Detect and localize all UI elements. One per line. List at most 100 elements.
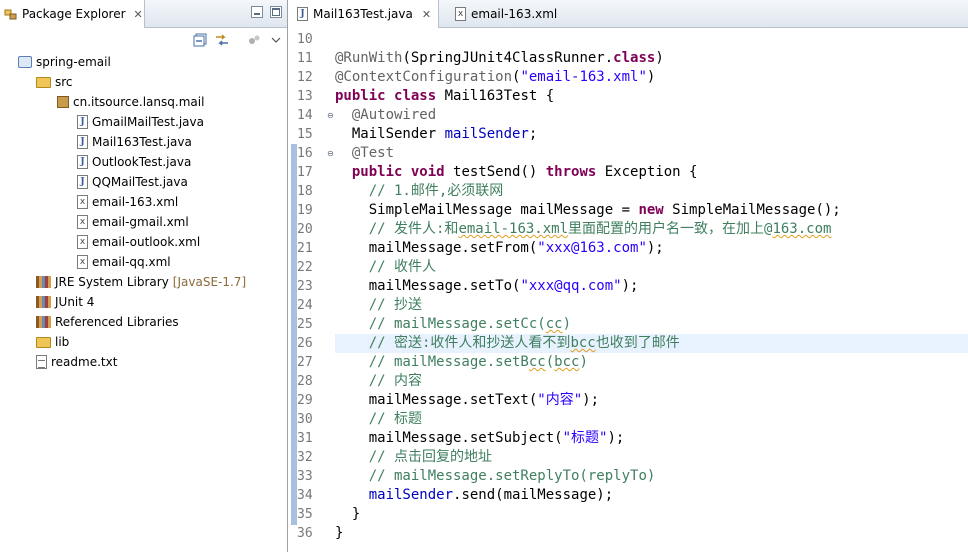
tree-item[interactable]: x email-outlook.xml [77, 232, 200, 252]
code-line[interactable]: SimpleMailMessage mailMessage = new Simp… [335, 201, 968, 220]
code-line[interactable]: @Test [335, 144, 968, 163]
tree-item-label: GmailMailTest.java [92, 115, 204, 129]
line-number: 32 [297, 450, 313, 465]
tree-item[interactable]: J GmailMailTest.java [77, 112, 204, 132]
line-number: 22 [297, 260, 313, 275]
tree-item-label: email-qq.xml [92, 255, 171, 269]
close-icon[interactable]: ✕ [134, 8, 143, 21]
tree-item-label: email-gmail.xml [92, 215, 189, 229]
tree-item[interactable]: lib [36, 332, 69, 352]
line-number: 34 [297, 488, 313, 503]
code-line[interactable]: mailMessage.setSubject("标题"); [335, 429, 968, 448]
tree-item[interactable]: J OutlookTest.java [77, 152, 191, 172]
tree-item-label: Mail163Test.java [92, 135, 192, 149]
tree-item[interactable]: Referenced Libraries [36, 312, 179, 332]
tree-item-label: JUnit 4 [55, 295, 95, 309]
code-line[interactable]: // 标题 [335, 410, 968, 429]
code-line[interactable]: // 1.邮件,必须联网 [335, 182, 968, 201]
tree-item[interactable]: x email-qq.xml [77, 252, 171, 272]
code-line[interactable] [335, 30, 968, 49]
package-explorer-tab[interactable]: Package Explorer ✕ [0, 0, 145, 28]
maximize-icon[interactable] [270, 6, 282, 18]
tree-item[interactable]: x email-163.xml [77, 192, 178, 212]
editor-tab-label: Mail163Test.java [313, 7, 413, 21]
line-number: 15 [297, 127, 313, 142]
line-number: 10 [297, 32, 313, 47]
code-line[interactable]: // mailMessage.setCc(cc) [335, 315, 968, 334]
code-line[interactable]: // 发件人:和email-163.xml里面配置的用户名一致，在加上@163.… [335, 220, 968, 239]
code-line[interactable]: MailSender mailSender; [335, 125, 968, 144]
code-line[interactable]: mailMessage.setText("内容"); [335, 391, 968, 410]
line-number: 30 [297, 412, 313, 427]
code-line[interactable]: } [335, 505, 968, 524]
java-file-icon: J [77, 175, 88, 189]
editor-area: J Mail163Test.java ✕ x email-163.xml 10 1… [289, 0, 968, 552]
close-icon[interactable]: ✕ [422, 8, 431, 21]
code-line[interactable]: public class Mail163Test { [335, 87, 968, 106]
code-line[interactable]: mailSender.send(mailMessage); [335, 486, 968, 505]
code-line[interactable]: // mailMessage.setReplyTo(replyTo) [335, 467, 968, 486]
line-number: 14 [297, 108, 313, 123]
tree-item[interactable]: J Mail163Test.java [77, 132, 192, 152]
line-number: 23 [297, 279, 313, 294]
code-line[interactable]: // 抄送 [335, 296, 968, 315]
explorer-toolbar [0, 28, 287, 52]
java-file-icon: J [77, 155, 88, 169]
code-line[interactable]: @RunWith(SpringJUnit4ClassRunner.class) [335, 49, 968, 68]
code-line[interactable]: } [335, 524, 968, 543]
code-line[interactable]: public void testSend() throws Exception … [335, 163, 968, 182]
code-editor[interactable]: 10 11 12 13 14 ⊖ 15 16 ⊖ 17 18 19 20 21 22 23 24 25 26 27 28… [289, 28, 968, 552]
line-number: 16 [297, 146, 313, 161]
tree-item-label: email-163.xml [92, 195, 179, 209]
link-with-editor-icon[interactable] [214, 32, 230, 48]
package-icon [57, 96, 69, 108]
tree-item[interactable]: JRE System Library [JavaSE-1.7] [36, 272, 246, 292]
tree-item[interactable]: spring-email [18, 52, 111, 72]
folder-icon [36, 336, 51, 348]
line-number: 24 [297, 298, 313, 313]
tree-item-label: src [55, 75, 73, 89]
line-number: 33 [297, 469, 313, 484]
tree-item-label: Referenced Libraries [55, 315, 179, 329]
line-number-gutter: 10 11 12 13 14 ⊖ 15 16 ⊖ 17 18 19 20 21 22 23 24 25 26 27 28… [297, 28, 335, 552]
line-number: 19 [297, 203, 313, 218]
focus-icon[interactable] [246, 32, 262, 48]
java-file-icon: J [297, 7, 308, 21]
line-number: 26 [297, 336, 313, 351]
code-line[interactable]: // 内容 [335, 372, 968, 391]
tree-item[interactable]: x email-gmail.xml [77, 212, 189, 232]
tab-email-163-xml[interactable]: x email-163.xml [447, 0, 577, 28]
line-number: 35 [297, 507, 313, 522]
view-menu-icon[interactable] [268, 32, 284, 48]
tree-item[interactable]: J QQMailTest.java [77, 172, 188, 192]
code-line[interactable]: @ContextConfiguration("email-163.xml") [335, 68, 968, 87]
tree-item-label: lib [55, 335, 70, 349]
xml-file-icon: x [77, 195, 88, 209]
tree-item[interactable]: src [36, 72, 73, 92]
xml-file-icon: x [77, 235, 88, 249]
tree-item-label: cn.itsource.lansq.mail [73, 95, 205, 109]
line-number: 20 [297, 222, 313, 237]
line-number: 12 [297, 70, 313, 85]
line-number: 31 [297, 431, 313, 446]
code-line[interactable]: mailMessage.setFrom("xxx@163.com"); [335, 239, 968, 258]
tree-item[interactable]: cn.itsource.lansq.mail [57, 92, 204, 112]
tree-item-label: OutlookTest.java [92, 155, 192, 169]
tree-item[interactable]: readme.txt [36, 352, 117, 372]
code-line[interactable]: @Autowired [335, 106, 968, 125]
code-line[interactable]: // 密送:收件人和抄送人看不到bcc也收到了邮件 [335, 334, 968, 353]
package-explorer-icon [4, 7, 18, 21]
code-line[interactable]: // mailMessage.setBcc(bcc) [335, 353, 968, 372]
code-line[interactable]: // 点击回复的地址 [335, 448, 968, 467]
line-number: 18 [297, 184, 313, 199]
fold-toggle-icon[interactable]: ⊖ [327, 149, 334, 158]
tree-item[interactable]: JUnit 4 [36, 292, 94, 312]
minimize-icon[interactable] [251, 6, 263, 18]
overview-margin [289, 28, 297, 552]
code-line[interactable]: // 收件人 [335, 258, 968, 277]
fold-toggle-icon[interactable]: ⊖ [327, 111, 334, 120]
code-line[interactable]: mailMessage.setTo("xxx@qq.com"); [335, 277, 968, 296]
tab-mail163test-java[interactable]: J Mail163Test.java ✕ [289, 0, 439, 28]
collapse-all-icon[interactable] [192, 32, 208, 48]
line-number: 21 [297, 241, 313, 256]
